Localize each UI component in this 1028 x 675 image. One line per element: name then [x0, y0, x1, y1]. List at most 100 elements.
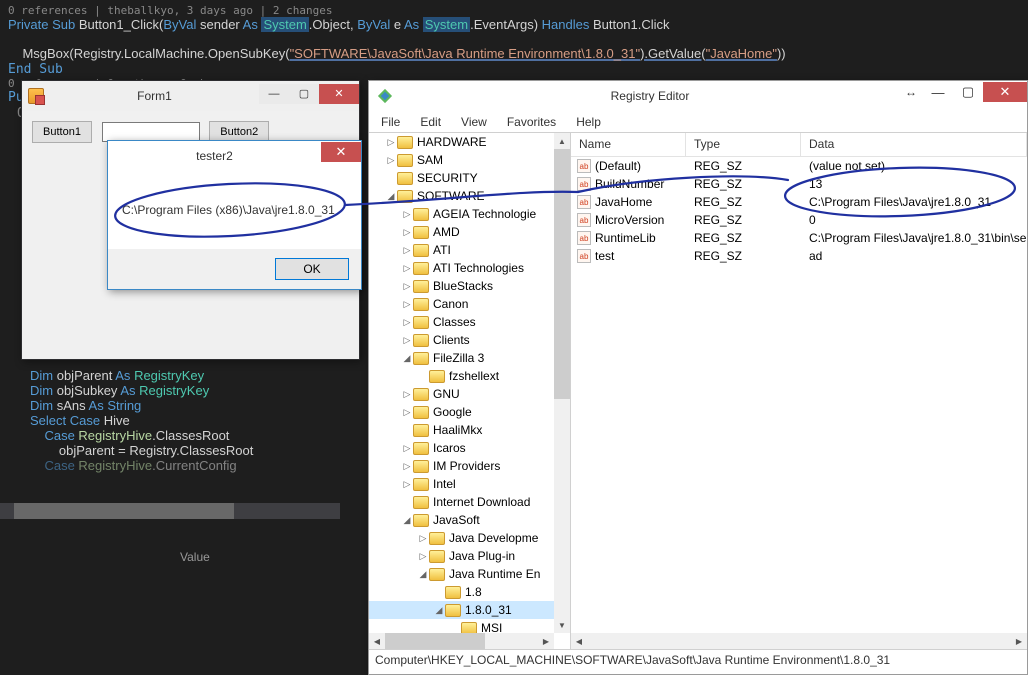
tree-item[interactable]: ▷Google — [369, 403, 570, 421]
tree-item[interactable]: ▷Clients — [369, 331, 570, 349]
tree-item-label: GNU — [433, 387, 460, 401]
list-row[interactable]: ab(Default)REG_SZ(value not set) — [571, 157, 1027, 175]
form1-close-button[interactable]: ✕ — [319, 84, 359, 104]
expand-icon[interactable]: ◢ — [385, 191, 397, 202]
col-name[interactable]: Name — [571, 133, 686, 156]
scrollbar-thumb[interactable] — [14, 503, 234, 519]
col-data[interactable]: Data — [801, 133, 1027, 156]
expand-icon[interactable]: ▷ — [401, 263, 413, 274]
scroll-left-icon[interactable]: ◀ — [369, 633, 385, 649]
menu-file[interactable]: File — [373, 113, 408, 131]
expand-icon[interactable]: ▷ — [401, 299, 413, 310]
tree-item[interactable]: ◢JavaSoft — [369, 511, 570, 529]
expand-icon[interactable]: ◢ — [401, 515, 413, 526]
form1-maximize-button[interactable]: ▢ — [289, 84, 319, 104]
expand-icon[interactable]: ▷ — [417, 551, 429, 562]
expand-icon[interactable]: ▷ — [385, 155, 397, 166]
tree-item[interactable]: ◢Java Runtime En — [369, 565, 570, 583]
expand-icon[interactable]: ▷ — [401, 389, 413, 400]
expand-icon[interactable]: ▷ — [401, 245, 413, 256]
tree-item[interactable]: ▷Classes — [369, 313, 570, 331]
scroll-down-icon[interactable]: ▼ — [554, 617, 570, 633]
list-scrollbar-h[interactable]: ◀ ▶ — [571, 633, 1027, 649]
expand-icon[interactable]: ▷ — [401, 407, 413, 418]
form1-titlebar[interactable]: Form1 — ▢ ✕ — [22, 81, 359, 111]
tree-item[interactable]: fzshellext — [369, 367, 570, 385]
scroll-right-icon[interactable]: ▶ — [1011, 633, 1027, 649]
col-type[interactable]: Type — [686, 133, 801, 156]
expand-icon[interactable]: ◢ — [401, 353, 413, 364]
regedit-maximize-button[interactable]: ▢ — [953, 82, 983, 102]
tree-item[interactable]: ▷AGEIA Technologie — [369, 205, 570, 223]
value-data: C:\Program Files\Java\jre1.8.0_31\bin\se — [801, 231, 1027, 245]
value-type: REG_SZ — [686, 177, 801, 191]
list-row[interactable]: abMicroVersionREG_SZ0 — [571, 211, 1027, 229]
expand-icon[interactable]: ▷ — [417, 533, 429, 544]
messagebox-close-button[interactable]: ✕ — [321, 142, 361, 162]
regedit-close-button[interactable]: ✕ — [983, 82, 1027, 102]
menu-edit[interactable]: Edit — [412, 113, 449, 131]
tree-item[interactable]: HaaliMkx — [369, 421, 570, 439]
folder-icon — [413, 352, 429, 365]
tree-item[interactable]: ◢FileZilla 3 — [369, 349, 570, 367]
expand-icon[interactable]: ◢ — [417, 569, 429, 580]
regedit-minimize-button[interactable]: — — [923, 82, 953, 102]
tree-item[interactable]: ▷ATI — [369, 241, 570, 259]
list-row[interactable]: abtestREG_SZad — [571, 247, 1027, 265]
expand-icon[interactable]: ▷ — [401, 479, 413, 490]
tree-item[interactable]: Internet Download — [369, 493, 570, 511]
expand-icon[interactable]: ▷ — [401, 335, 413, 346]
tree-item[interactable]: SECURITY — [369, 169, 570, 187]
value-type: REG_SZ — [686, 159, 801, 173]
tree-item[interactable]: ▷Icaros — [369, 439, 570, 457]
tree-item[interactable]: ◢1.8.0_31 — [369, 601, 570, 619]
tree-item[interactable]: ▷SAM — [369, 151, 570, 169]
tree-item-label: HaaliMkx — [433, 423, 482, 437]
expand-icon[interactable]: ▷ — [401, 209, 413, 220]
scroll-right-icon[interactable]: ▶ — [538, 633, 554, 649]
tree-item[interactable]: ▷Java Developme — [369, 529, 570, 547]
form1-minimize-button[interactable]: — — [259, 84, 289, 104]
menu-favorites[interactable]: Favorites — [499, 113, 564, 131]
list-row[interactable]: abBuildNumberREG_SZ13 — [571, 175, 1027, 193]
tree-scrollbar-v[interactable]: ▲ ▼ — [554, 133, 570, 633]
expand-icon[interactable]: ▷ — [401, 281, 413, 292]
tree-item[interactable]: ▷AMD — [369, 223, 570, 241]
scroll-up-icon[interactable]: ▲ — [554, 133, 570, 149]
regedit-tree[interactable]: ▷HARDWARE▷SAMSECURITY◢SOFTWARE▷AGEIA Tec… — [369, 133, 571, 649]
expand-icon[interactable]: ▷ — [401, 461, 413, 472]
expand-icon[interactable]: ▷ — [401, 317, 413, 328]
tree-item[interactable]: ▷BlueStacks — [369, 277, 570, 295]
tree-item[interactable]: ▷Canon — [369, 295, 570, 313]
expand-icon[interactable]: ▷ — [385, 137, 397, 148]
folder-icon — [397, 172, 413, 185]
expand-icon[interactable]: ▷ — [401, 227, 413, 238]
expand-icon[interactable]: ◢ — [433, 605, 445, 616]
list-row[interactable]: abRuntimeLibREG_SZC:\Program Files\Java\… — [571, 229, 1027, 247]
tree-item[interactable]: ◢SOFTWARE — [369, 187, 570, 205]
tree-item[interactable]: ▷IM Providers — [369, 457, 570, 475]
scroll-thumb-h[interactable] — [385, 633, 485, 649]
form1-title: Form1 — [50, 89, 259, 103]
tree-item[interactable]: ▷Java Plug-in — [369, 547, 570, 565]
tree-item[interactable]: ▷Intel — [369, 475, 570, 493]
messagebox-titlebar[interactable]: tester2 ✕ — [108, 141, 361, 171]
menu-view[interactable]: View — [453, 113, 495, 131]
messagebox-ok-button[interactable]: OK — [275, 258, 349, 280]
tree-item[interactable]: ▷ GNU — [369, 385, 570, 403]
expand-icon[interactable]: ▷ — [401, 443, 413, 454]
editor-scrollbar-h[interactable] — [0, 503, 340, 519]
regedit-list[interactable]: Name Type Data ab(Default)REG_SZ(value n… — [571, 133, 1027, 649]
menu-help[interactable]: Help — [568, 113, 609, 131]
scroll-thumb-v[interactable] — [554, 149, 570, 399]
regedit-titlebar[interactable]: Registry Editor ↔ — ▢ ✕ — [369, 81, 1027, 111]
tree-item[interactable]: 1.8 — [369, 583, 570, 601]
folder-icon — [397, 154, 413, 167]
form1-textbox[interactable] — [102, 122, 200, 142]
tree-item[interactable]: ▷HARDWARE — [369, 133, 570, 151]
tree-scrollbar-h[interactable]: ◀ ▶ — [369, 633, 554, 649]
list-row[interactable]: abJavaHomeREG_SZC:\Program Files\Java\jr… — [571, 193, 1027, 211]
scroll-left-icon[interactable]: ◀ — [571, 633, 587, 649]
tree-item[interactable]: ▷ATI Technologies — [369, 259, 570, 277]
button1[interactable]: Button1 — [32, 121, 92, 143]
